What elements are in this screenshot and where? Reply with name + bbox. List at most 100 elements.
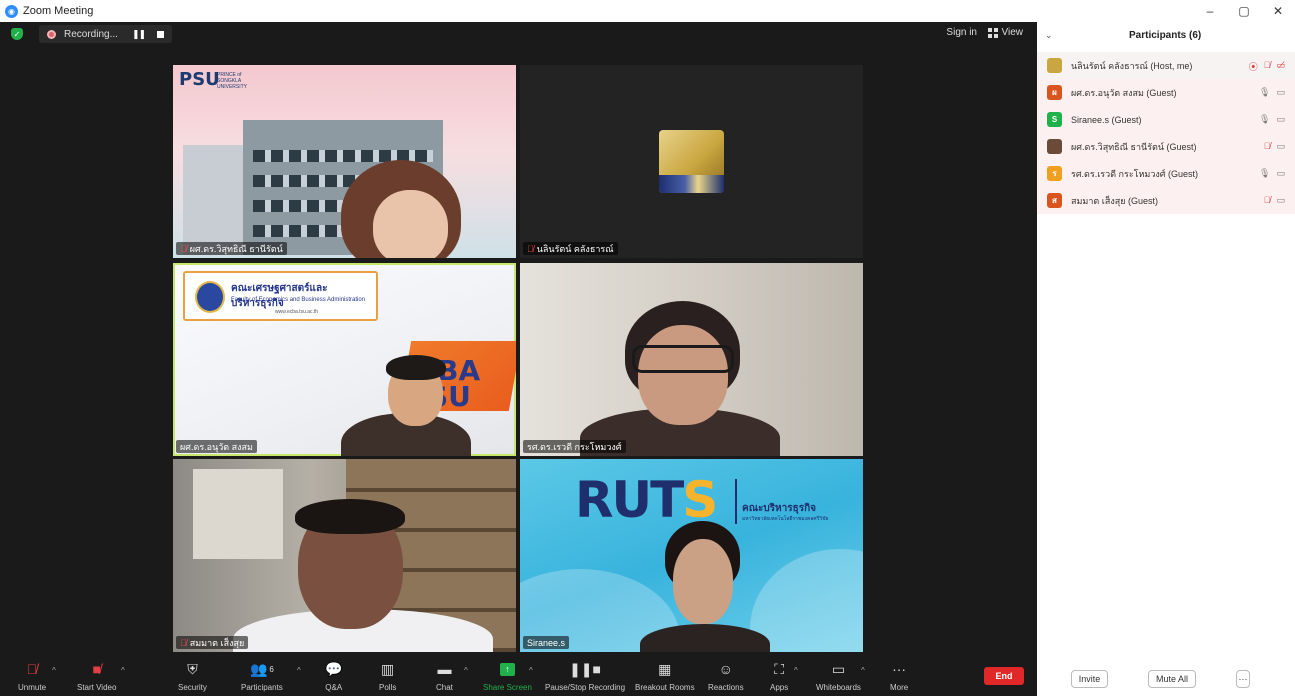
chat-options-chevron-icon[interactable]: ^ bbox=[464, 666, 468, 675]
participant-row[interactable]: นลินรัตน์ คลังธารณ์ (Host, me) ⦿ 🎙̸ ▭̸ bbox=[1037, 52, 1295, 79]
audio-options-chevron-icon[interactable]: ^ bbox=[52, 666, 56, 675]
more-dots-icon: ··· bbox=[892, 661, 907, 677]
whiteboards-button[interactable]: ▭ Whiteboards bbox=[816, 660, 861, 693]
recording-dot-icon bbox=[47, 29, 56, 39]
chat-button[interactable]: ▬ Chat bbox=[436, 660, 453, 692]
minimize-button[interactable]: – bbox=[1193, 0, 1227, 22]
background-wave bbox=[750, 549, 863, 652]
tile-name-text: นลินรัตน์ คลังธารณ์ bbox=[536, 243, 614, 254]
recording-icon: ⦿ bbox=[1248, 62, 1258, 72]
faculty-banner: คณะเศรษฐศาสตร์และบริหารธุรกิจ Faculty of… bbox=[183, 271, 378, 321]
participant-row[interactable]: ส สมมาต เส็งสุย (Guest) 🎙̸ ▭ bbox=[1037, 187, 1295, 214]
tile-name-text: ผศ.ดร.วิสุทธิณี ธานีรัตน์ bbox=[189, 243, 283, 254]
participants-button[interactable]: 👥 6 Participants bbox=[241, 660, 283, 693]
whiteboards-options-chevron-icon[interactable]: ^ bbox=[861, 666, 865, 675]
video-tile-6[interactable]: RUTS คณะบริหารธุรกิจ มหาวิทยาลัยเทคโนโลย… bbox=[520, 459, 863, 652]
muted-mic-icon[interactable]: 🎙̸ bbox=[1264, 60, 1271, 73]
participant-status-icons: 🎙̸ ▭ bbox=[1264, 141, 1285, 152]
window-controls: – ▢ ✕ bbox=[1193, 0, 1295, 22]
tile-name-text: สมมาต เส็งสุย bbox=[189, 637, 245, 648]
tile-name-label: 🎙̸ สมมาต เส็งสุย bbox=[176, 636, 249, 649]
window-title: Zoom Meeting bbox=[23, 5, 94, 17]
sign-in-link[interactable]: Sign in bbox=[946, 27, 977, 38]
pause-stop-recording-button[interactable]: ❚❚■ Pause/Stop Recording bbox=[545, 660, 626, 693]
video-off-icon[interactable]: ▭̸ bbox=[1276, 60, 1285, 73]
recording-label: Recording... bbox=[64, 28, 118, 40]
apps-label: Apps bbox=[770, 683, 789, 692]
participant-name: ผศ.ดร.อนุวัต สงสม (Guest) bbox=[1071, 87, 1177, 98]
reactions-button[interactable]: ☺ Reactions bbox=[708, 660, 744, 692]
video-options-chevron-icon[interactable]: ^ bbox=[121, 666, 125, 675]
window-titlebar: ◉ Zoom Meeting – ▢ ✕ bbox=[0, 0, 1295, 22]
video-off-icon: ▭ bbox=[1276, 114, 1285, 124]
share-options-chevron-icon[interactable]: ^ bbox=[529, 666, 533, 675]
whiteboards-label: Whiteboards bbox=[816, 683, 861, 692]
tile-name-text: ผศ.ดร.อนุวัต สงสม bbox=[180, 441, 253, 452]
apps-button[interactable]: ⛶ Apps bbox=[770, 660, 789, 693]
video-tile-1[interactable]: PSU PRINCE of SONGKLA UNIVERSITY 🎙̸ ผศ.ด… bbox=[173, 65, 516, 258]
background-window bbox=[193, 469, 283, 559]
muted-mic-icon: 🎙̸ bbox=[180, 637, 187, 648]
participants-label: Participants bbox=[241, 683, 283, 692]
video-tile-4[interactable]: รศ.ดร.เรวดี กระโหมวงศ์ bbox=[520, 263, 863, 456]
recording-indicator: Recording... ❚❚ bbox=[39, 25, 173, 43]
participant-row[interactable]: ผศ.ดร.วิสุทธิณี ธานีรัตน์ (Guest) 🎙̸ ▭ bbox=[1037, 133, 1295, 160]
psu-logo-subtitle: PRINCE of SONGKLA UNIVERSITY bbox=[217, 72, 248, 90]
participant-face bbox=[638, 325, 728, 425]
stop-recording-icon[interactable] bbox=[157, 30, 165, 38]
qa-label: Q&A bbox=[325, 683, 343, 692]
mute-all-button[interactable]: Mute All bbox=[1148, 670, 1196, 688]
maximize-button[interactable]: ▢ bbox=[1227, 0, 1261, 22]
banner-subtitle: Faculty of Economics and Business Admini… bbox=[231, 297, 366, 303]
start-video-label: Start Video bbox=[77, 683, 117, 692]
ruts-divider bbox=[735, 479, 737, 524]
participants-icon: 👥 6 bbox=[249, 660, 274, 677]
video-tile-3[interactable]: คณะเศรษฐศาสตร์และบริหารธุรกิจ Faculty of… bbox=[173, 263, 516, 456]
end-meeting-button[interactable]: End bbox=[984, 667, 1024, 685]
video-tile-2[interactable]: 🎙̸ นลินรัตน์ คลังธารณ์ bbox=[520, 65, 863, 258]
participant-name: นลินรัตน์ คลังธารณ์ (Host, me) bbox=[1071, 60, 1193, 71]
security-button[interactable]: ⛨ Security bbox=[178, 660, 207, 693]
participant-avatar: ร bbox=[1047, 166, 1062, 181]
polls-label: Polls bbox=[379, 683, 397, 692]
zoom-logo-icon: ◉ bbox=[5, 4, 18, 18]
apps-options-chevron-icon[interactable]: ^ bbox=[794, 666, 798, 675]
tile-name-label: รศ.ดร.เรวดี กระโหมวงศ์ bbox=[523, 440, 626, 453]
pause-stop-recording-label: Pause/Stop Recording bbox=[545, 683, 626, 692]
tile-name-label: ผศ.ดร.อนุวัต สงสม bbox=[176, 440, 257, 453]
participant-hair bbox=[386, 355, 446, 380]
unmute-label: Unmute bbox=[18, 683, 47, 692]
apps-icon: ⛶ bbox=[774, 660, 785, 677]
share-screen-button[interactable]: ↑ Share Screen bbox=[483, 660, 532, 692]
more-options-button[interactable]: ··· bbox=[1236, 670, 1250, 688]
unmute-button[interactable]: 🎙̸ Unmute bbox=[18, 660, 46, 692]
qa-button[interactable]: 💬 Q&A bbox=[325, 660, 343, 693]
participants-options-chevron-icon[interactable]: ^ bbox=[297, 666, 301, 675]
polls-button[interactable]: ▥ Polls bbox=[379, 660, 397, 693]
invite-button[interactable]: Invite bbox=[1071, 670, 1108, 688]
muted-mic-icon: 🎙̸ bbox=[527, 243, 534, 254]
participants-list: นลินรัตน์ คลังธารณ์ (Host, me) ⦿ 🎙̸ ▭̸ ผ… bbox=[1037, 52, 1295, 214]
participant-row[interactable]: ร รศ.ดร.เรวดี กระโหมวงศ์ (Guest) 🎙 ▭ bbox=[1037, 160, 1295, 187]
participant-row[interactable]: ผ ผศ.ดร.อนุวัต สงสม (Guest) 🎙 ▭ bbox=[1037, 79, 1295, 106]
close-button[interactable]: ✕ bbox=[1261, 0, 1295, 22]
participant-status-icons: ⦿ 🎙̸ ▭̸ bbox=[1249, 60, 1285, 73]
collapse-chevron-icon[interactable]: ⌄ bbox=[1045, 30, 1053, 41]
start-video-button[interactable]: ■̸ Start Video bbox=[77, 660, 116, 692]
participant-face bbox=[373, 190, 448, 258]
participant-avatar: ผ bbox=[1047, 85, 1062, 100]
breakout-rooms-button[interactable]: ▦ Breakout Rooms bbox=[635, 660, 695, 693]
pause-recording-icon[interactable]: ❚❚ bbox=[132, 29, 146, 40]
participant-row[interactable]: S Siranee.s (Guest) 🎙 ▭ bbox=[1037, 106, 1295, 133]
video-off-icon: ▭ bbox=[1276, 141, 1285, 151]
more-button[interactable]: ··· More bbox=[890, 660, 908, 692]
participant-name: ผศ.ดร.วิสุทธิณี ธานีรัตน์ (Guest) bbox=[1071, 141, 1197, 152]
security-shield-icon[interactable]: ✓ bbox=[11, 28, 23, 40]
video-tile-5[interactable]: 🎙̸ สมมาต เส็งสุย bbox=[173, 459, 516, 652]
participant-name: สมมาต เส็งสุย (Guest) bbox=[1071, 195, 1158, 206]
share-screen-label: Share Screen bbox=[483, 683, 532, 692]
participants-panel: ⌄ Participants (6) นลินรัตน์ คลังธารณ์ (… bbox=[1037, 22, 1295, 696]
view-button[interactable]: View bbox=[987, 27, 1023, 38]
profile-picture-band bbox=[659, 175, 724, 193]
participants-panel-footer: Invite Mute All ··· bbox=[1037, 670, 1295, 690]
